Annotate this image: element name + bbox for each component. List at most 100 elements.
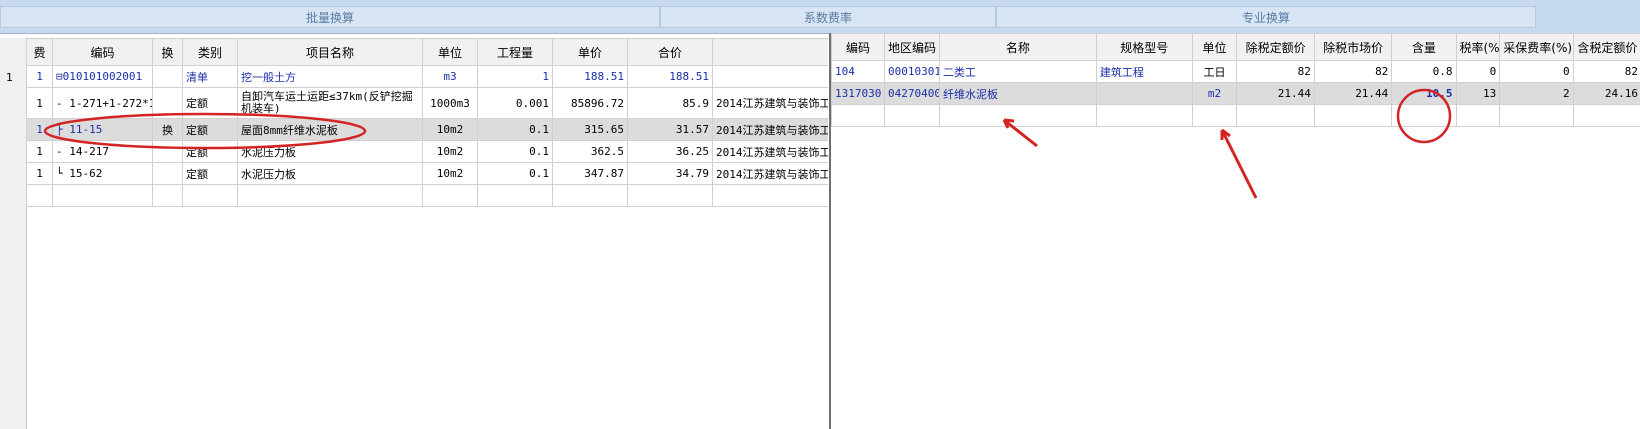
quantity-cell[interactable]: 1 (477, 65, 553, 88)
name-cell[interactable]: 纤维水泥板 (938, 82, 1097, 105)
tax-quota-price-cell[interactable]: 82 (1572, 60, 1640, 83)
table-row-selected[interactable]: 1 ├ 11-15 换 定额 屋面8mm纤维水泥板 10m2 0.1 315.6… (26, 118, 828, 141)
name-cell[interactable]: 水泥压力板 (237, 162, 423, 185)
replace-cell[interactable]: 换 (152, 118, 183, 141)
price-cell[interactable]: 188.51 (552, 65, 628, 88)
col-spec[interactable]: 规格型号 (1095, 33, 1193, 61)
col-tax-rate[interactable]: 税率(%) (1455, 33, 1501, 61)
name-cell[interactable]: 屋面8mm纤维水泥板 (237, 118, 423, 141)
professional-conversion-button[interactable]: 专业换算 (996, 6, 1536, 28)
quota-price-cell[interactable]: 21.44 (1236, 82, 1315, 105)
market-price-cell[interactable]: 21.44 (1313, 82, 1393, 105)
code-cell[interactable]: 1317030 (831, 82, 885, 105)
table-row-selected[interactable]: 1317030 04270400 纤维水泥板 m2 21.44 21.44 10… (831, 82, 1640, 105)
content-cell[interactable]: 0.8 (1391, 60, 1457, 83)
unit-cell[interactable]: m2 (1191, 82, 1238, 105)
quantity-cell[interactable]: 0.1 (477, 162, 553, 185)
col-name[interactable]: 项目名称 (237, 38, 423, 66)
col-code[interactable]: 编码 (52, 38, 153, 66)
price-cell[interactable]: 362.5 (552, 140, 628, 163)
category-cell[interactable]: 清单 (182, 65, 238, 88)
unit-cell[interactable]: 10m2 (422, 162, 478, 185)
col-code[interactable]: 编码 (831, 33, 885, 61)
col-fee[interactable]: 费 (26, 38, 53, 66)
name-cell[interactable]: 二类工 (938, 60, 1097, 83)
col-category[interactable]: 类别 (182, 38, 238, 66)
col-tax-quota-price[interactable]: 含税定额价 (1572, 33, 1640, 61)
price-cell[interactable]: 347.87 (552, 162, 628, 185)
tax-rate-cell[interactable]: 13 (1455, 82, 1501, 105)
total-cell[interactable]: 31.57 (627, 118, 713, 141)
replace-cell[interactable] (152, 87, 183, 119)
category-cell[interactable]: 定额 (182, 118, 238, 141)
content-cell[interactable]: 10.5 (1391, 82, 1457, 105)
name-cell[interactable]: 水泥压力板 (237, 140, 423, 163)
storage-rate-cell[interactable]: 2 (1499, 82, 1574, 105)
quantity-cell[interactable]: 0.001 (477, 87, 553, 119)
quota-price-cell[interactable]: 82 (1236, 60, 1315, 83)
tax-quota-price-cell[interactable]: 24.16 (1572, 82, 1640, 105)
fee-cell[interactable]: 1 (26, 140, 53, 163)
source-cell[interactable]: 2014江苏建筑与装饰工 (712, 87, 828, 119)
total-cell[interactable]: 34.79 (627, 162, 713, 185)
category-cell[interactable]: 定额 (182, 140, 238, 163)
col-source[interactable] (712, 38, 828, 66)
coefficient-rate-button[interactable]: 系数费率 (660, 6, 996, 28)
unit-cell[interactable]: m3 (422, 65, 478, 88)
fee-cell[interactable]: 1 (26, 87, 53, 119)
unit-cell[interactable]: 10m2 (422, 118, 478, 141)
storage-rate-cell[interactable]: 0 (1499, 60, 1574, 83)
fee-cell[interactable]: 1 (26, 65, 53, 88)
col-total[interactable]: 合价 (627, 38, 713, 66)
name-cell[interactable]: 自卸汽车运土运距≤37km(反铲挖掘机装车) (237, 87, 423, 119)
col-quota-price[interactable]: 除税定额价 (1236, 33, 1315, 61)
replace-cell[interactable] (152, 65, 183, 88)
code-cell[interactable]: └ 15-62 (52, 162, 153, 185)
area-code-cell[interactable]: 00010301 (883, 60, 940, 83)
quantity-cell[interactable]: 0.1 (477, 140, 553, 163)
unit-cell[interactable]: 工日 (1191, 60, 1238, 83)
fee-cell[interactable]: 1 (26, 118, 53, 141)
total-cell[interactable]: 36.25 (627, 140, 713, 163)
total-cell[interactable]: 85.9 (627, 87, 713, 119)
batch-conversion-button[interactable]: 批量换算 (0, 6, 660, 28)
code-cell[interactable]: - 14-217 (52, 140, 153, 163)
col-area-code[interactable]: 地区编码 (883, 33, 940, 61)
code-cell[interactable]: - 1-271+1-272*13 (52, 87, 153, 119)
spec-cell[interactable]: 建筑工程 (1095, 60, 1193, 83)
col-market-price[interactable]: 除税市场价 (1313, 33, 1393, 61)
total-cell[interactable]: 188.51 (627, 65, 713, 88)
code-cell[interactable]: ⊟010101002001 (52, 65, 153, 88)
unit-cell[interactable]: 1000m3 (422, 87, 478, 119)
code-cell[interactable]: ├ 11-15 (52, 118, 153, 141)
source-cell[interactable] (712, 65, 828, 88)
quantity-cell[interactable]: 0.1 (477, 118, 553, 141)
col-unit[interactable]: 单位 (422, 38, 478, 66)
category-cell[interactable]: 定额 (182, 87, 238, 119)
price-cell[interactable]: 315.65 (552, 118, 628, 141)
category-cell[interactable]: 定额 (182, 162, 238, 185)
price-cell[interactable]: 85896.72 (552, 87, 628, 119)
table-row-empty[interactable] (26, 184, 828, 207)
table-row[interactable]: 104 00010301 二类工 建筑工程 工日 82 82 0.8 0 0 8… (831, 60, 1640, 83)
col-storage-rate[interactable]: 采保费率(%) (1499, 33, 1574, 61)
replace-cell[interactable] (152, 140, 183, 163)
area-code-cell[interactable]: 04270400 (883, 82, 940, 105)
fee-cell[interactable]: 1 (26, 162, 53, 185)
table-row[interactable]: 1 ⊟010101002001 清单 挖一般土方 m3 1 188.51 188… (26, 65, 828, 88)
source-cell[interactable]: 2014江苏建筑与装饰工 (712, 162, 828, 185)
col-unit-price[interactable]: 单价 (552, 38, 628, 66)
unit-cell[interactable]: 10m2 (422, 140, 478, 163)
table-row[interactable]: 1 - 1-271+1-272*13 定额 自卸汽车运土运距≤37km(反铲挖掘… (26, 87, 828, 119)
code-cell[interactable]: 104 (831, 60, 885, 83)
table-row[interactable]: 1 └ 15-62 定额 水泥压力板 10m2 0.1 347.87 34.79… (26, 162, 828, 185)
col-quantity[interactable]: 工程量 (477, 38, 553, 66)
tax-rate-cell[interactable]: 0 (1455, 60, 1501, 83)
col-content[interactable]: 含量 (1391, 33, 1457, 61)
col-unit[interactable]: 单位 (1191, 33, 1238, 61)
name-cell[interactable]: 挖一般土方 (237, 65, 423, 88)
market-price-cell[interactable]: 82 (1313, 60, 1393, 83)
table-row[interactable]: 1 - 14-217 定额 水泥压力板 10m2 0.1 362.5 36.25… (26, 140, 828, 163)
source-cell[interactable]: 2014江苏建筑与装饰工 (712, 118, 828, 141)
col-name[interactable]: 名称 (938, 33, 1097, 61)
